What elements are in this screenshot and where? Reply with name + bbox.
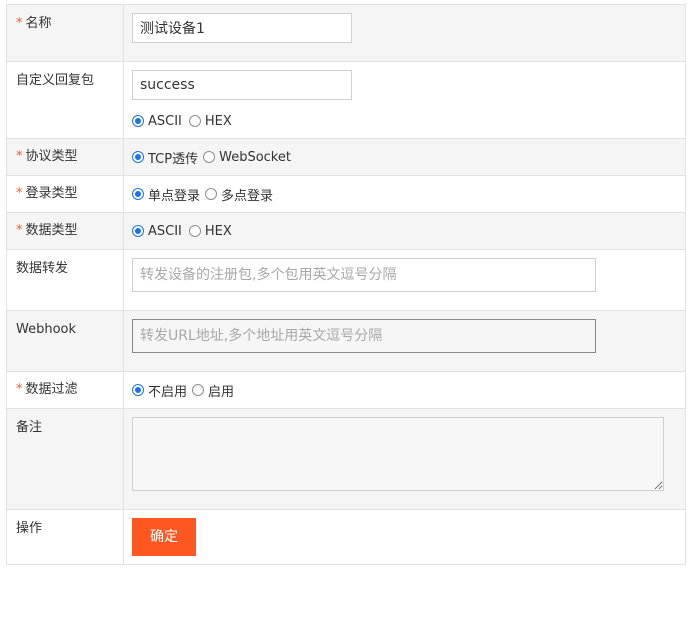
data-type-label: * 数据类型	[16, 223, 78, 238]
radio-checked-icon[interactable]	[132, 115, 144, 127]
data-hex-option[interactable]: HEX	[188, 224, 232, 239]
login-label: * 登录类型	[16, 186, 78, 201]
memo-textarea[interactable]	[132, 417, 664, 491]
forward-label: 数据转发	[16, 261, 69, 276]
data-ascii-option[interactable]: ASCII	[132, 224, 182, 239]
submit-button[interactable]: 确定	[132, 518, 196, 556]
protocol-tcp-option[interactable]: TCP透传	[132, 148, 198, 167]
radio-unchecked-icon[interactable]	[188, 115, 201, 127]
radio-unchecked-icon[interactable]	[188, 225, 201, 237]
name-label: * 名称	[16, 16, 52, 31]
forward-input[interactable]	[132, 258, 596, 292]
row-name: * 名称	[6, 4, 686, 62]
row-action: 操作 确定	[6, 509, 686, 565]
row-forward: 数据转发	[6, 249, 686, 311]
reply-hex-option[interactable]: HEX	[188, 114, 232, 129]
webhook-input[interactable]	[132, 319, 596, 353]
name-input[interactable]	[132, 13, 352, 43]
reply-ascii-option[interactable]: ASCII	[132, 114, 182, 129]
login-options: 单点登录 多点登录	[132, 185, 685, 204]
protocol-label: * 协议类型	[16, 149, 78, 164]
filter-off-option[interactable]: 不启用	[132, 381, 187, 400]
radio-checked-icon[interactable]	[132, 384, 144, 396]
filter-options: 不启用 启用	[132, 381, 685, 400]
radio-unchecked-icon[interactable]	[205, 188, 218, 200]
filter-on-option[interactable]: 启用	[192, 381, 234, 400]
radio-checked-icon[interactable]	[132, 188, 144, 200]
row-data-type: * 数据类型 ASCII HEX	[6, 212, 686, 250]
custom-reply-input[interactable]	[132, 70, 352, 100]
action-label: 操作	[16, 521, 43, 536]
row-login: * 登录类型 单点登录 多点登录	[6, 175, 686, 213]
row-webhook: Webhook	[6, 310, 686, 372]
login-multi-option[interactable]: 多点登录	[205, 185, 273, 204]
protocol-options: TCP透传 WebSocket	[132, 148, 685, 167]
row-protocol: * 协议类型 TCP透传 WebSocket	[6, 138, 686, 176]
radio-unchecked-icon[interactable]	[192, 384, 205, 396]
row-memo: 备注	[6, 408, 686, 510]
radio-checked-icon[interactable]	[132, 225, 144, 237]
protocol-websocket-option[interactable]: WebSocket	[203, 150, 291, 165]
radio-unchecked-icon[interactable]	[203, 151, 216, 163]
custom-reply-label: 自定义回复包	[16, 73, 95, 88]
row-filter: * 数据过滤 不启用 启用	[6, 371, 686, 409]
login-single-option[interactable]: 单点登录	[132, 185, 200, 204]
webhook-label: Webhook	[16, 322, 77, 337]
custom-reply-encoding: ASCII HEX	[132, 112, 685, 130]
row-custom-reply: 自定义回复包 ASCII HEX	[6, 61, 686, 139]
data-type-options: ASCII HEX	[132, 222, 685, 240]
device-form: *名称 自定义回复包 ASCII HEX *协议类型 TCP透传 WebSock…	[6, 4, 686, 565]
memo-label: 备注	[16, 420, 43, 435]
radio-checked-icon[interactable]	[132, 151, 144, 163]
filter-label: * 数据过滤	[16, 382, 78, 397]
